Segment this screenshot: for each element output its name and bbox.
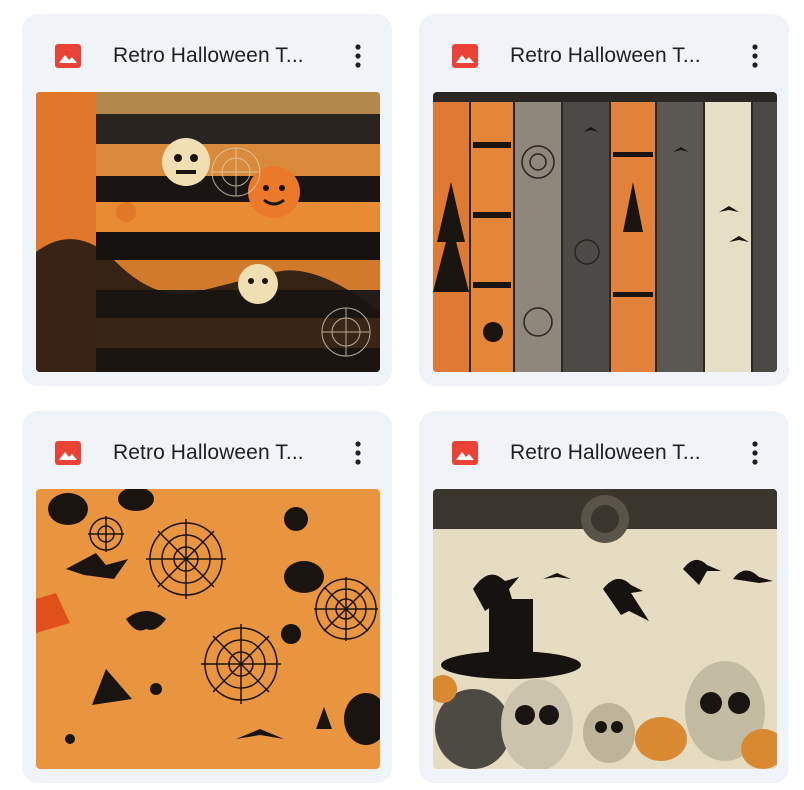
file-title: Retro Halloween T...	[510, 441, 701, 464]
file-title: Retro Halloween T...	[510, 44, 701, 67]
file-card[interactable]: Retro Halloween T...	[22, 411, 392, 783]
file-card[interactable]: Retro Halloween T...	[419, 411, 789, 783]
thumbnail-image	[433, 489, 777, 769]
file-card[interactable]: Retro Halloween T...	[419, 14, 789, 386]
more-options-button[interactable]	[340, 433, 376, 473]
file-card-header: Retro Halloween T...	[419, 411, 789, 491]
file-thumbnail[interactable]	[36, 489, 380, 769]
thumbnail-image	[433, 92, 777, 372]
file-thumbnail[interactable]	[36, 92, 380, 372]
file-grid: Retro Halloween T... Retro Halloween T..…	[0, 0, 804, 790]
file-title: Retro Halloween T...	[113, 441, 304, 464]
image-icon	[452, 44, 478, 68]
file-thumbnail[interactable]	[433, 92, 777, 372]
image-icon	[55, 44, 81, 68]
file-card-header: Retro Halloween T...	[22, 14, 392, 94]
file-title: Retro Halloween T...	[113, 44, 304, 67]
image-icon	[452, 441, 478, 465]
more-options-button[interactable]	[340, 36, 376, 76]
more-vert-icon	[355, 44, 361, 68]
more-options-button[interactable]	[737, 433, 773, 473]
file-card-header: Retro Halloween T...	[22, 411, 392, 491]
more-vert-icon	[752, 441, 758, 465]
more-options-button[interactable]	[737, 36, 773, 76]
thumbnail-image	[36, 92, 380, 372]
thumbnail-image	[36, 489, 380, 769]
file-card-header: Retro Halloween T...	[419, 14, 789, 94]
image-icon	[55, 441, 81, 465]
file-thumbnail[interactable]	[433, 489, 777, 769]
file-card[interactable]: Retro Halloween T...	[22, 14, 392, 386]
more-vert-icon	[355, 441, 361, 465]
more-vert-icon	[752, 44, 758, 68]
